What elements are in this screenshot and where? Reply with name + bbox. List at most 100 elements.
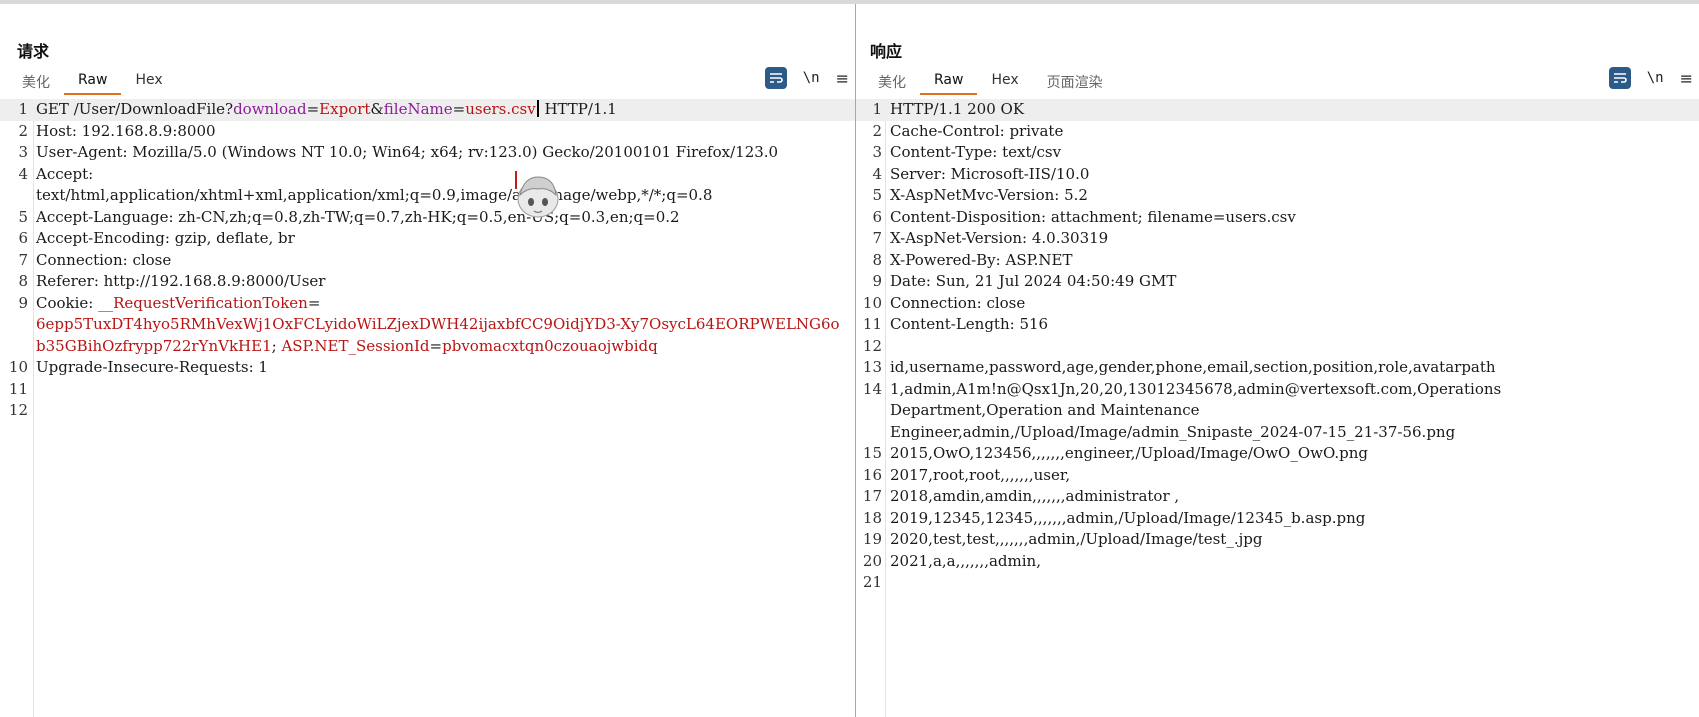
response-line: 19 2020,test,test,,,,,,,admin,/Upload/Ima… (856, 529, 1699, 551)
response-line: Engineer,admin,/Upload/Image/admin_Snipa… (856, 422, 1699, 444)
line-number: 13 (862, 358, 882, 376)
line-number: 1 (18, 100, 28, 118)
line-number: 12 (8, 401, 28, 419)
request-tab-pretty[interactable]: 美化 (8, 68, 64, 94)
response-line: 2 Cache-Control: private (856, 121, 1699, 143)
line-number: 5 (18, 207, 28, 226)
request-line: 7 Connection: close (0, 250, 855, 272)
response-line-text: Content-Length: 516 (890, 315, 1049, 333)
line-number: 9 (872, 272, 882, 290)
line-number: 4 (872, 164, 882, 183)
response-tab-pretty[interactable]: 美化 (864, 68, 920, 94)
request-line: 4 Accept: text/html,application/xhtml+xml… (0, 164, 855, 207)
response-toolbar: \n ≡ (1608, 67, 1693, 89)
line-number: 7 (872, 229, 882, 247)
response-line-text: 1,admin,A1m!n@Qsx1Jn,20,20,13012345678,a… (890, 379, 1502, 398)
line-number: 7 (18, 250, 28, 269)
request-title: 请求 (17, 42, 50, 61)
request-line: 11 (0, 379, 855, 401)
request-editor[interactable]: 1 GET /User/DownloadFile?download=Export… (0, 99, 855, 717)
response-line: 16 2017,root,root,,,,,,,user, (856, 465, 1699, 487)
response-line: 7 X-AspNet-Version: 4.0.30319 (856, 228, 1699, 250)
line-number: 16 (862, 465, 882, 484)
request-tab-hex[interactable]: Hex (121, 68, 176, 94)
response-line: 5 X-AspNetMvc-Version: 5.2 (856, 185, 1699, 207)
wrap-lines-icon (769, 73, 783, 83)
request-line: 1 GET /User/DownloadFile?download=Export… (0, 99, 855, 121)
line-number: 3 (18, 143, 28, 161)
response-line-text: Server: Microsoft-IIS/10.0 (890, 164, 1090, 183)
response-line: 9 Date: Sun, 21 Jul 2024 04:50:49 GMT (856, 271, 1699, 293)
request-line: 8 Referer: http://192.168.8.9:8000/User (0, 271, 855, 293)
header-key: Accept-Language: (36, 207, 174, 226)
response-line-text: 2017,root,root,,,,,,,user, (890, 465, 1071, 484)
request-newline-button[interactable]: \n (803, 70, 820, 86)
line-number: 10 (8, 358, 28, 376)
request-tab-raw[interactable]: Raw (64, 68, 122, 95)
response-line-text: Connection: close (890, 293, 1026, 312)
line-number (856, 422, 882, 444)
header-key: Cookie: (36, 293, 94, 312)
response-line-text (882, 572, 1699, 594)
header-key: Referer: (36, 272, 99, 290)
request-path: /User/DownloadFile? (73, 100, 234, 118)
request-wrap-button[interactable] (764, 67, 787, 89)
response-line: 11 Content-Length: 516 (856, 314, 1699, 336)
response-tab-raw[interactable]: Raw (920, 68, 978, 95)
line-number: 3 (872, 143, 882, 161)
response-title: 响应 (870, 42, 903, 61)
request-line: 6 Accept-Encoding: gzip, deflate, br (0, 228, 855, 250)
response-line-text: Engineer,admin,/Upload/Image/admin_Snipa… (890, 422, 1456, 441)
response-line-text: 2015,OwO,123456,,,,,,,engineer,/Upload/I… (890, 444, 1369, 462)
equals-sign: = (307, 293, 321, 312)
request-line: 5 Accept-Language: zh-CN,zh;q=0.8,zh-TW;… (0, 207, 855, 229)
response-line: 4 Server: Microsoft-IIS/10.0 (856, 164, 1699, 186)
cookie-name: __RequestVerificationToken (93, 293, 308, 312)
text-caret (536, 100, 539, 117)
mascot-cursor-icon (515, 171, 559, 218)
header-value: text/html,application/xhtml+xml,applicat… (36, 186, 713, 204)
response-line-text: 2019,12345,12345,,,,,,,admin,/Upload/Ima… (890, 508, 1366, 527)
wrap-lines-icon (1613, 73, 1627, 83)
header-value: zh-CN,zh;q=0.8,zh-TW;q=0.7,zh-HK;q=0.5,e… (173, 207, 680, 226)
param-value-export: Export (319, 100, 371, 118)
request-menu-icon[interactable]: ≡ (836, 69, 849, 88)
line-number: 6 (18, 229, 28, 247)
header-value: http://192.168.8.9:8000/User (98, 272, 326, 290)
response-line: 15 2015,OwO,123456,,,,,,,engineer,/Upload… (856, 443, 1699, 465)
equals-sign: = (306, 100, 320, 118)
response-line: 6 Content-Disposition: attachment; filena… (856, 207, 1699, 229)
header-key: User-Agent: (36, 143, 128, 161)
line-number: 2 (872, 121, 882, 140)
response-tab-hex[interactable]: Hex (977, 68, 1032, 94)
response-line: 12 (856, 336, 1699, 358)
response-line: 18 2019,12345,12345,,,,,,,admin,/Upload/I… (856, 508, 1699, 530)
line-number: 11 (8, 379, 28, 398)
equals-sign: = (452, 100, 466, 118)
line-number: 1 (872, 100, 882, 118)
line-number: 9 (18, 293, 28, 312)
request-code: 1 GET /User/DownloadFile?download=Export… (0, 99, 855, 422)
line-number: 8 (18, 272, 28, 290)
header-value: 192.168.8.9:8000 (76, 121, 216, 140)
response-editor[interactable]: 1 HTTP/1.1 200 OK 2 Cache-Control: private 3… (856, 99, 1699, 717)
line-number: 2 (18, 121, 28, 140)
line-number: 8 (872, 250, 882, 269)
response-line-text: id,username,password,age,gender,phone,em… (890, 358, 1496, 376)
cookie-value: pbvomacxtqn0czouaojwbidq (442, 336, 658, 355)
response-wrap-button[interactable] (1608, 67, 1631, 89)
header-value: gzip, deflate, br (169, 229, 295, 247)
header-value: Mozilla/5.0 (Windows NT 10.0; Win64; x64… (127, 143, 779, 161)
response-menu-icon[interactable]: ≡ (1680, 69, 1693, 88)
response-newline-button[interactable]: \n (1647, 70, 1664, 86)
line-number: 17 (862, 487, 882, 505)
line-number: 5 (872, 186, 882, 204)
param-separator: & (370, 100, 384, 118)
response-line: 17 2018,amdin,amdin,,,,,,,administrator , (856, 486, 1699, 508)
response-line-text: Cache-Control: private (890, 121, 1064, 140)
request-line: 10 Upgrade-Insecure-Requests: 1 (0, 357, 855, 379)
response-tab-render[interactable]: 页面渲染 (1033, 68, 1117, 94)
param-value-filename: users.csv (465, 100, 536, 118)
response-line-text: X-AspNet-Version: 4.0.30319 (890, 229, 1109, 247)
line-number: 21 (862, 573, 882, 591)
